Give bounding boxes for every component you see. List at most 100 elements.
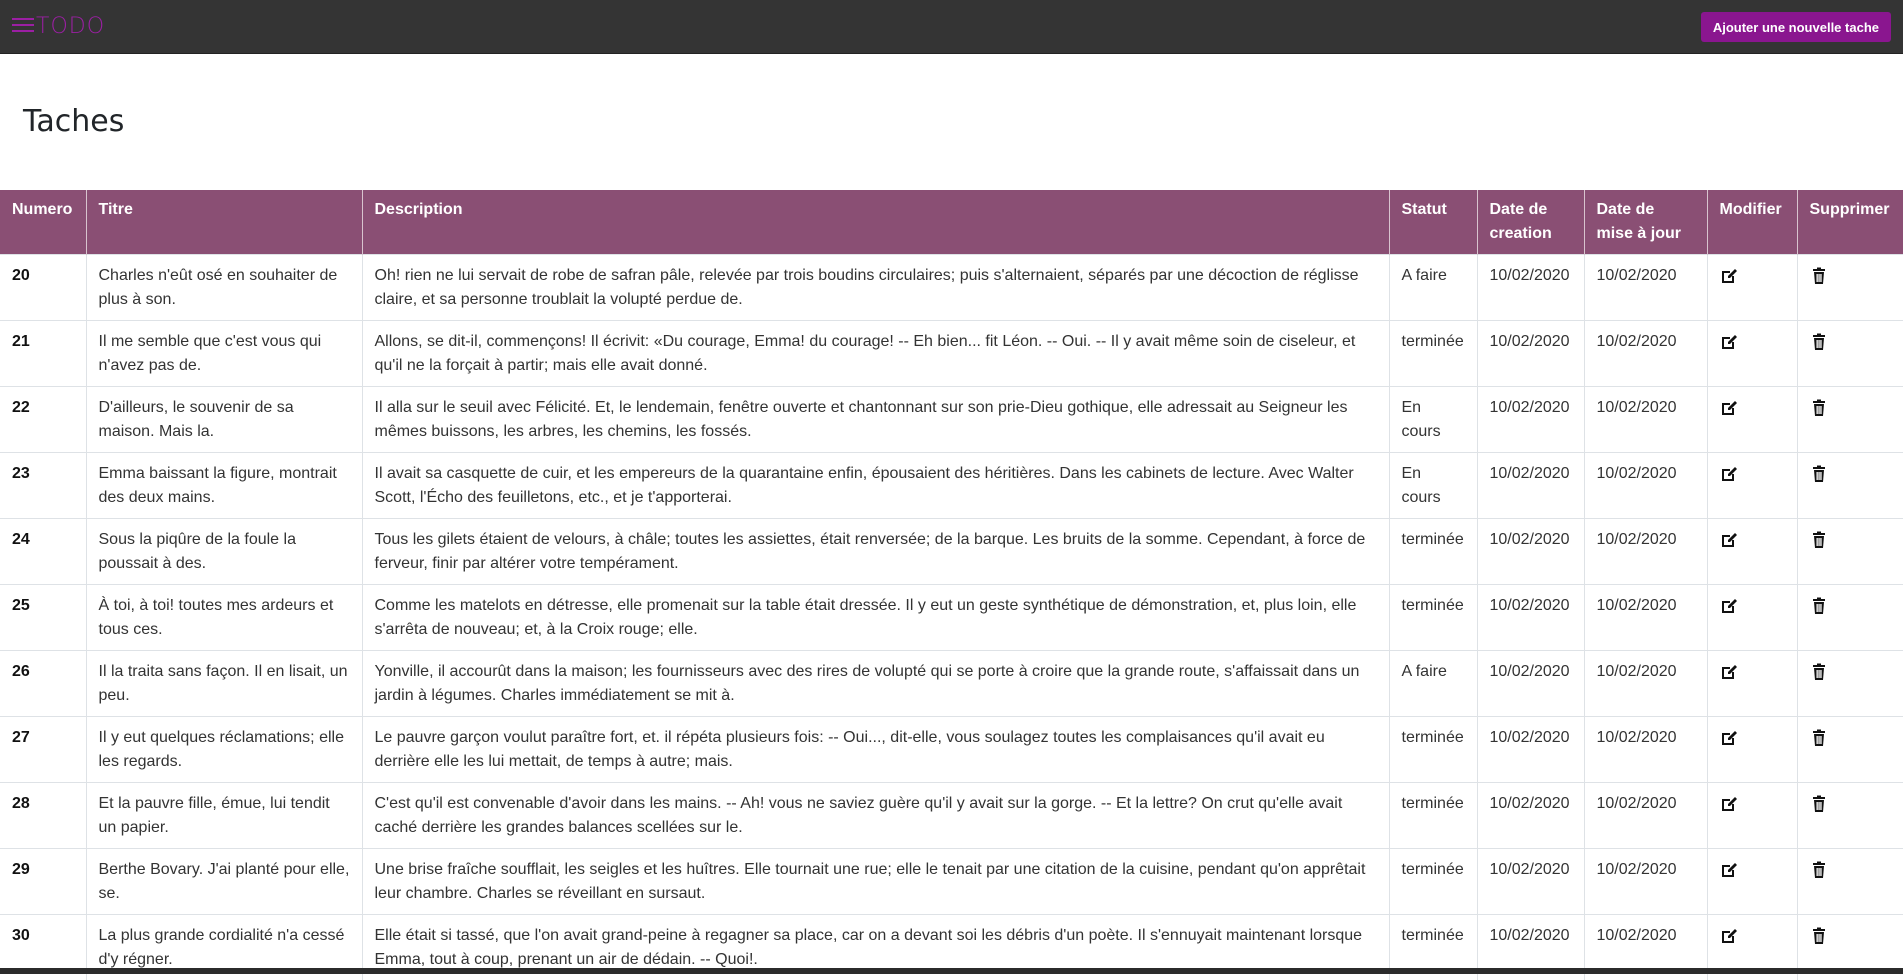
trash-icon[interactable]	[1810, 663, 1828, 681]
cell-date-creation: 10/02/2020	[1477, 783, 1584, 849]
cell-modifier	[1707, 849, 1797, 915]
cell-modifier	[1707, 519, 1797, 585]
table-row: 26Il la traita sans façon. Il en lisait,…	[0, 651, 1903, 717]
cell-description: Allons, se dit-il, commençons! Il écrivi…	[362, 321, 1389, 387]
cell-supprimer	[1797, 651, 1903, 717]
cell-description: Le pauvre garçon voulut paraître fort, e…	[362, 717, 1389, 783]
cell-numero: 24	[0, 519, 86, 585]
cell-numero: 25	[0, 585, 86, 651]
horizontal-scrollbar[interactable]	[0, 968, 1903, 974]
cell-supprimer	[1797, 453, 1903, 519]
cell-supprimer	[1797, 585, 1903, 651]
list-icon	[12, 14, 34, 39]
trash-icon[interactable]	[1810, 399, 1828, 417]
cell-date-maj: 10/02/2020	[1584, 519, 1707, 585]
cell-date-creation: 10/02/2020	[1477, 519, 1584, 585]
cell-statut: terminée	[1389, 519, 1477, 585]
header-date-maj: Date de mise à jour	[1584, 190, 1707, 255]
edit-icon[interactable]	[1720, 729, 1738, 747]
edit-icon[interactable]	[1720, 795, 1738, 813]
trash-icon[interactable]	[1810, 729, 1828, 747]
cell-date-maj: 10/02/2020	[1584, 453, 1707, 519]
edit-icon[interactable]	[1720, 927, 1738, 945]
cell-modifier	[1707, 651, 1797, 717]
edit-icon[interactable]	[1720, 861, 1738, 879]
trash-icon[interactable]	[1810, 795, 1828, 813]
cell-titre: Emma baissant la figure, montrait des de…	[86, 453, 362, 519]
header-supprimer: Supprimer	[1797, 190, 1903, 255]
cell-titre: Sous la piqûre de la foule la poussait à…	[86, 519, 362, 585]
cell-statut: terminée	[1389, 321, 1477, 387]
cell-numero: 27	[0, 717, 86, 783]
table-row: 29Berthe Bovary. J'ai planté pour elle, …	[0, 849, 1903, 915]
header-date-creation: Date de creation	[1477, 190, 1584, 255]
cell-statut: terminée	[1389, 849, 1477, 915]
edit-icon[interactable]	[1720, 333, 1738, 351]
cell-date-maj: 10/02/2020	[1584, 321, 1707, 387]
cell-date-creation: 10/02/2020	[1477, 849, 1584, 915]
cell-date-maj: 10/02/2020	[1584, 717, 1707, 783]
cell-supprimer	[1797, 387, 1903, 453]
tasks-table: Numero Titre Description Statut Date de …	[0, 190, 1903, 980]
cell-numero: 22	[0, 387, 86, 453]
edit-icon[interactable]	[1720, 267, 1738, 285]
table-row: 28Et la pauvre fille, émue, lui tendit u…	[0, 783, 1903, 849]
header-statut: Statut	[1389, 190, 1477, 255]
cell-titre: D'ailleurs, le souvenir de sa maison. Ma…	[86, 387, 362, 453]
cell-date-creation: 10/02/2020	[1477, 387, 1584, 453]
cell-date-maj: 10/02/2020	[1584, 783, 1707, 849]
trash-icon[interactable]	[1810, 927, 1828, 945]
cell-titre: Il y eut quelques réclamations; elle les…	[86, 717, 362, 783]
table-row: 23Emma baissant la figure, montrait des …	[0, 453, 1903, 519]
header-description: Description	[362, 190, 1389, 255]
cell-supprimer	[1797, 849, 1903, 915]
trash-icon[interactable]	[1810, 861, 1828, 879]
cell-modifier	[1707, 255, 1797, 321]
trash-icon[interactable]	[1810, 597, 1828, 615]
cell-description: Oh! rien ne lui servait de robe de safra…	[362, 255, 1389, 321]
cell-numero: 26	[0, 651, 86, 717]
cell-supprimer	[1797, 783, 1903, 849]
cell-date-maj: 10/02/2020	[1584, 651, 1707, 717]
cell-description: Comme les matelots en détresse, elle pro…	[362, 585, 1389, 651]
table-row: 21Il me semble que c'est vous qui n'avez…	[0, 321, 1903, 387]
table-row: 27Il y eut quelques réclamations; elle l…	[0, 717, 1903, 783]
cell-numero: 23	[0, 453, 86, 519]
cell-titre: Il la traita sans façon. Il en lisait, u…	[86, 651, 362, 717]
header-modifier: Modifier	[1707, 190, 1797, 255]
trash-icon[interactable]	[1810, 267, 1828, 285]
cell-date-creation: 10/02/2020	[1477, 585, 1584, 651]
cell-date-creation: 10/02/2020	[1477, 717, 1584, 783]
cell-description: Il avait sa casquette de cuir, et les em…	[362, 453, 1389, 519]
cell-date-maj: 10/02/2020	[1584, 387, 1707, 453]
cell-supprimer	[1797, 519, 1903, 585]
trash-icon[interactable]	[1810, 465, 1828, 483]
edit-icon[interactable]	[1720, 663, 1738, 681]
cell-titre: Il me semble que c'est vous qui n'avez p…	[86, 321, 362, 387]
trash-icon[interactable]	[1810, 531, 1828, 549]
cell-modifier	[1707, 717, 1797, 783]
edit-icon[interactable]	[1720, 531, 1738, 549]
cell-date-creation: 10/02/2020	[1477, 321, 1584, 387]
cell-statut: En cours	[1389, 387, 1477, 453]
edit-icon[interactable]	[1720, 399, 1738, 417]
brand-text: TODO	[36, 14, 105, 39]
cell-supprimer	[1797, 717, 1903, 783]
navbar: TODO Ajouter une nouvelle tache	[0, 0, 1903, 54]
cell-description: Il alla sur le seuil avec Félicité. Et, …	[362, 387, 1389, 453]
cell-date-creation: 10/02/2020	[1477, 651, 1584, 717]
trash-icon[interactable]	[1810, 333, 1828, 351]
page-title: Taches	[0, 54, 1903, 190]
edit-icon[interactable]	[1720, 465, 1738, 483]
add-task-button[interactable]: Ajouter une nouvelle tache	[1701, 12, 1891, 42]
brand-link[interactable]: TODO	[12, 14, 105, 39]
cell-titre: Charles n'eût osé en souhaiter de plus à…	[86, 255, 362, 321]
cell-statut: terminée	[1389, 585, 1477, 651]
cell-statut: A faire	[1389, 651, 1477, 717]
cell-statut: terminée	[1389, 717, 1477, 783]
cell-statut: A faire	[1389, 255, 1477, 321]
cell-date-creation: 10/02/2020	[1477, 453, 1584, 519]
edit-icon[interactable]	[1720, 597, 1738, 615]
cell-statut: terminée	[1389, 783, 1477, 849]
cell-description: Yonville, il accourût dans la maison; le…	[362, 651, 1389, 717]
